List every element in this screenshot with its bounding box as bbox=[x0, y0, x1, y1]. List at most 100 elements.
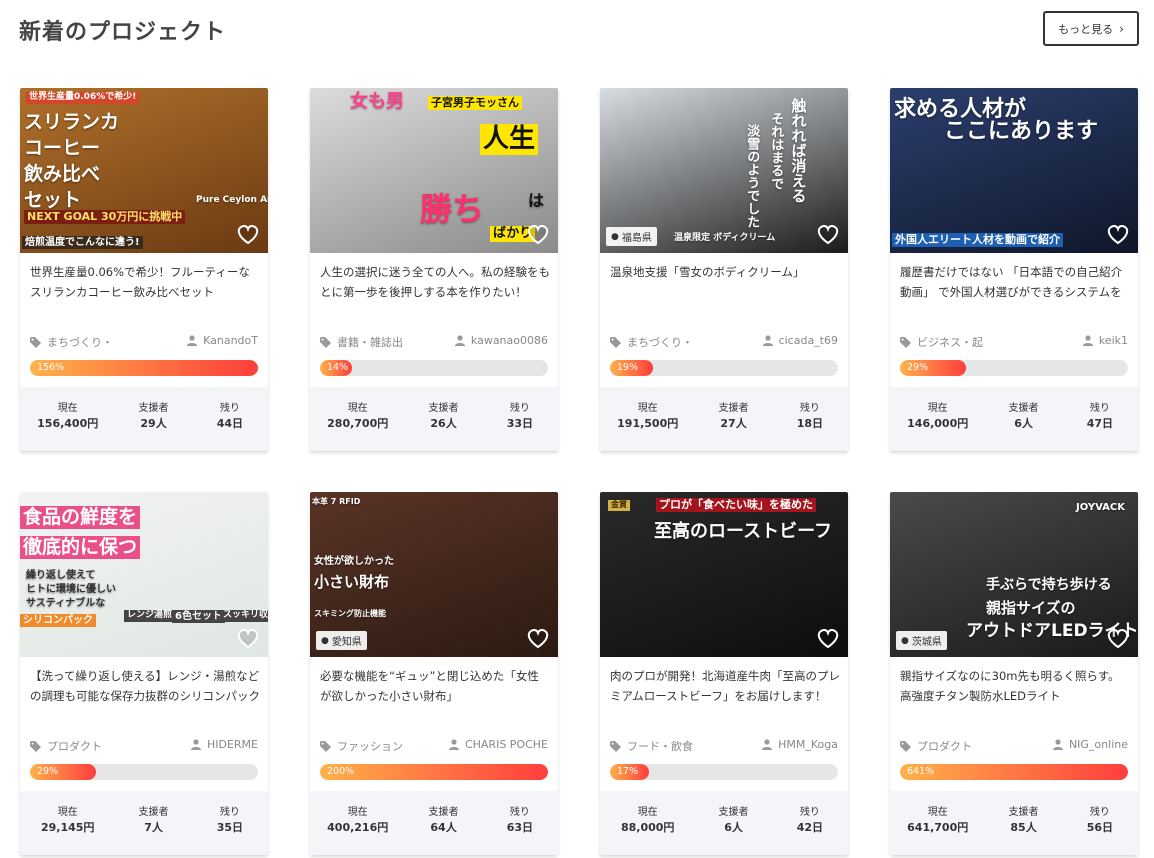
project-title[interactable]: 温泉地支援「雪女のボディクリーム」 bbox=[610, 262, 840, 282]
category[interactable]: 書籍・雑誌出 bbox=[320, 334, 403, 350]
favorite-heart-icon[interactable] bbox=[526, 223, 550, 245]
project-title[interactable]: 【洗って繰り返し使える】レンジ・湯煎などの調理も可能な保存力抜群のシリコンパック bbox=[30, 666, 260, 706]
progress-fill bbox=[900, 764, 1128, 780]
project-title[interactable]: 親指サイズなのに30m先も明るく照らす。高強度チタン製防水LEDライト bbox=[900, 666, 1130, 706]
project-thumbnail[interactable]: JOYVACK 手ぶらで持ち歩ける 親指サイズの アウトドアLEDライト ● 茨城県 bbox=[890, 492, 1138, 657]
project-thumbnail[interactable]: プロが「食べたい味」を極めた 至高のローストビーフ 金賞 bbox=[600, 492, 848, 657]
stat-value: 7人 bbox=[144, 821, 163, 834]
progress-percent: 29% bbox=[37, 766, 59, 777]
owner[interactable]: kawanao0086 bbox=[454, 334, 548, 347]
project-thumbnail[interactable]: 女も男 子宮男子モッさん 人生は勝ち ばかり bbox=[310, 88, 558, 253]
category[interactable]: フード・飲食 bbox=[610, 738, 693, 754]
project-card[interactable]: 本革 7 RFID 女性が欲しかった 小さい財布 スキミング防止機能 ● 愛知県必要な機能… bbox=[310, 492, 558, 855]
project-card[interactable]: 求める人材が ここにあります 外国人エリート人材を動画で紹介履歴書だけではない 「日… bbox=[890, 88, 1138, 451]
thumbnail-caption: スッキリ収納 bbox=[220, 610, 268, 622]
project-meta: プロダクト NIG_online bbox=[900, 738, 1128, 754]
thumbnail-caption: それはまるで bbox=[768, 112, 784, 190]
owner[interactable]: cicada_t69 bbox=[762, 334, 838, 347]
category[interactable]: まちづくり・ bbox=[610, 334, 693, 350]
thumbnail-caption: 6色セット bbox=[172, 610, 225, 623]
tag-icon bbox=[320, 336, 331, 348]
project-stats: 現在 29,145円 支援者 7人 残り 35日 bbox=[20, 791, 268, 855]
favorite-heart-icon[interactable] bbox=[816, 223, 840, 245]
favorite-heart-icon[interactable] bbox=[236, 627, 260, 649]
favorite-heart-icon[interactable] bbox=[236, 223, 260, 245]
thumbnail-caption: ここにあります bbox=[944, 119, 1099, 144]
category[interactable]: プロダクト bbox=[30, 738, 102, 754]
project-thumbnail[interactable]: 触れれば消える それはまるで 淡雪のようでした 温泉限定 ボディクリーム ● 福島県 bbox=[600, 88, 848, 253]
project-thumbnail[interactable]: 本革 7 RFID 女性が欲しかった 小さい財布 スキミング防止機能 ● 愛知県 bbox=[310, 492, 558, 657]
project-card[interactable]: 触れれば消える それはまるで 淡雪のようでした 温泉限定 ボディクリーム ● 福島県温泉地… bbox=[600, 88, 848, 451]
stat-label: 残り bbox=[219, 807, 240, 818]
tag-icon bbox=[30, 336, 41, 348]
user-icon bbox=[448, 739, 459, 750]
category-label: プロダクト bbox=[917, 740, 972, 753]
category[interactable]: まちづくり・ bbox=[30, 334, 113, 350]
project-meta: ファッション CHARIS POCHE bbox=[320, 738, 548, 754]
project-meta: ビジネス・起 keik1 bbox=[900, 334, 1128, 350]
owner[interactable]: NIG_online bbox=[1052, 738, 1128, 751]
stat-value: 18日 bbox=[796, 417, 824, 430]
project-thumbnail[interactable]: 食品の鮮度を 徹底的に保つ 繰り返し使えて ヒトに環境に優しい サスティナブルな シリコン… bbox=[20, 492, 268, 657]
project-title[interactable]: 人生の選択に迷う全ての人へ。私の経験をもとに第一歩を後押しする本を作りたい！ bbox=[320, 262, 550, 302]
tag-icon bbox=[320, 740, 331, 752]
category[interactable]: プロダクト bbox=[900, 738, 972, 754]
project-title[interactable]: 世界生産量0.06%で希少！フルーティーなスリランカコーヒー飲み比べセット bbox=[30, 262, 260, 302]
stat-value: 146,000円 bbox=[907, 417, 969, 430]
progress-percent: 17% bbox=[617, 766, 639, 777]
favorite-heart-icon[interactable] bbox=[816, 627, 840, 649]
owner[interactable]: HMM_Koga bbox=[762, 738, 838, 751]
stat-label: 現在 bbox=[347, 403, 368, 414]
see-more-button[interactable]: もっと見る › bbox=[1043, 11, 1139, 46]
stat-label: 支援者 bbox=[428, 403, 459, 414]
progress-percent: 641% bbox=[907, 766, 935, 777]
owner[interactable]: keik1 bbox=[1082, 334, 1128, 347]
category[interactable]: ビジネス・起 bbox=[900, 334, 983, 350]
stat-value: 641,700円 bbox=[907, 821, 969, 834]
owner[interactable]: KanandoT bbox=[187, 334, 258, 347]
owner[interactable]: CHARIS POCHE bbox=[448, 738, 548, 751]
category-label: フード・飲食 bbox=[627, 740, 693, 753]
thumbnail-caption: 世界生産量0.06%で希少! bbox=[26, 92, 140, 104]
stat-current: 現在 641,700円 bbox=[890, 791, 985, 855]
stat-supporters: 支援者 6人 bbox=[985, 387, 1061, 451]
project-card[interactable]: JOYVACK 手ぶらで持ち歩ける 親指サイズの アウトドアLEDライト ● 茨城県親指サ… bbox=[890, 492, 1138, 855]
stat-value: 64人 bbox=[430, 821, 457, 834]
stat-label: 残り bbox=[219, 403, 240, 414]
project-card[interactable]: プロが「食べたい味」を極めた 至高のローストビーフ 金賞肉のプロが開発！北海道産牛肉… bbox=[600, 492, 848, 855]
project-title[interactable]: 履歴書だけではない 「日本語での自己紹介動画」 で外国人材選びができるシステムを bbox=[900, 262, 1130, 302]
project-meta: フード・飲食 HMM_Koga bbox=[610, 738, 838, 754]
project-stats: 現在 641,700円 支援者 85人 残り 56日 bbox=[890, 791, 1138, 855]
see-more-label: もっと見る bbox=[1058, 22, 1114, 36]
user-icon bbox=[762, 335, 773, 346]
project-thumbnail[interactable]: 求める人材が ここにあります 外国人エリート人材を動画で紹介 bbox=[890, 88, 1138, 253]
thumbnail-caption: は bbox=[528, 191, 545, 210]
thumbnail-caption: 淡雪のようでした bbox=[744, 124, 760, 228]
thumbnail-caption: コーヒー bbox=[24, 137, 101, 159]
favorite-heart-icon[interactable] bbox=[1106, 627, 1130, 649]
favorite-heart-icon[interactable] bbox=[526, 627, 550, 649]
project-thumbnail[interactable]: 世界生産量0.06%で希少! スリランカ コーヒー 飲み比べ セット NEXT GOAL … bbox=[20, 88, 268, 253]
stat-remaining: 残り 56日 bbox=[1062, 791, 1138, 855]
stat-value: 27人 bbox=[720, 417, 747, 430]
project-title[interactable]: 肉のプロが開発！北海道産牛肉「至高のプレミアムローストビーフ」をお届けします！ bbox=[610, 666, 840, 706]
owner[interactable]: HIDERME bbox=[190, 738, 258, 751]
category[interactable]: ファッション bbox=[320, 738, 403, 754]
thumbnail-caption: 至高のローストビーフ bbox=[654, 521, 833, 542]
stat-label: 残り bbox=[799, 807, 820, 818]
thumbnail-caption: 女も男 bbox=[350, 91, 404, 112]
project-card[interactable]: 女も男 子宮男子モッさん 人生は勝ち ばかり人生の選択に迷う全ての人へ。私の経験をもと… bbox=[310, 88, 558, 451]
favorite-heart-icon[interactable] bbox=[1106, 223, 1130, 245]
project-card[interactable]: 食品の鮮度を 徹底的に保つ 繰り返し使えて ヒトに環境に優しい サスティナブルな シリコン… bbox=[20, 492, 268, 855]
thumbnail-caption: Pure Ceylon Arabica bbox=[196, 195, 268, 205]
thumbnail-caption: 触れれば消える bbox=[789, 98, 808, 203]
stat-current: 現在 29,145円 bbox=[20, 791, 115, 855]
stat-value: 29,145円 bbox=[40, 821, 95, 834]
project-card[interactable]: 世界生産量0.06%で希少! スリランカ コーヒー 飲み比べ セット NEXT GOAL … bbox=[20, 88, 268, 451]
thumbnail-caption: スキミング防止機能 bbox=[314, 609, 386, 618]
progress-percent: 200% bbox=[327, 766, 355, 777]
project-stats: 現在 146,000円 支援者 6人 残り 47日 bbox=[890, 387, 1138, 451]
project-title[interactable]: 必要な機能を“ギュッ”と閉じ込めた「女性が欲しかった小さい財布」 bbox=[320, 666, 550, 706]
progress-percent: 156% bbox=[37, 362, 65, 373]
stat-supporters: 支援者 64人 bbox=[405, 791, 481, 855]
